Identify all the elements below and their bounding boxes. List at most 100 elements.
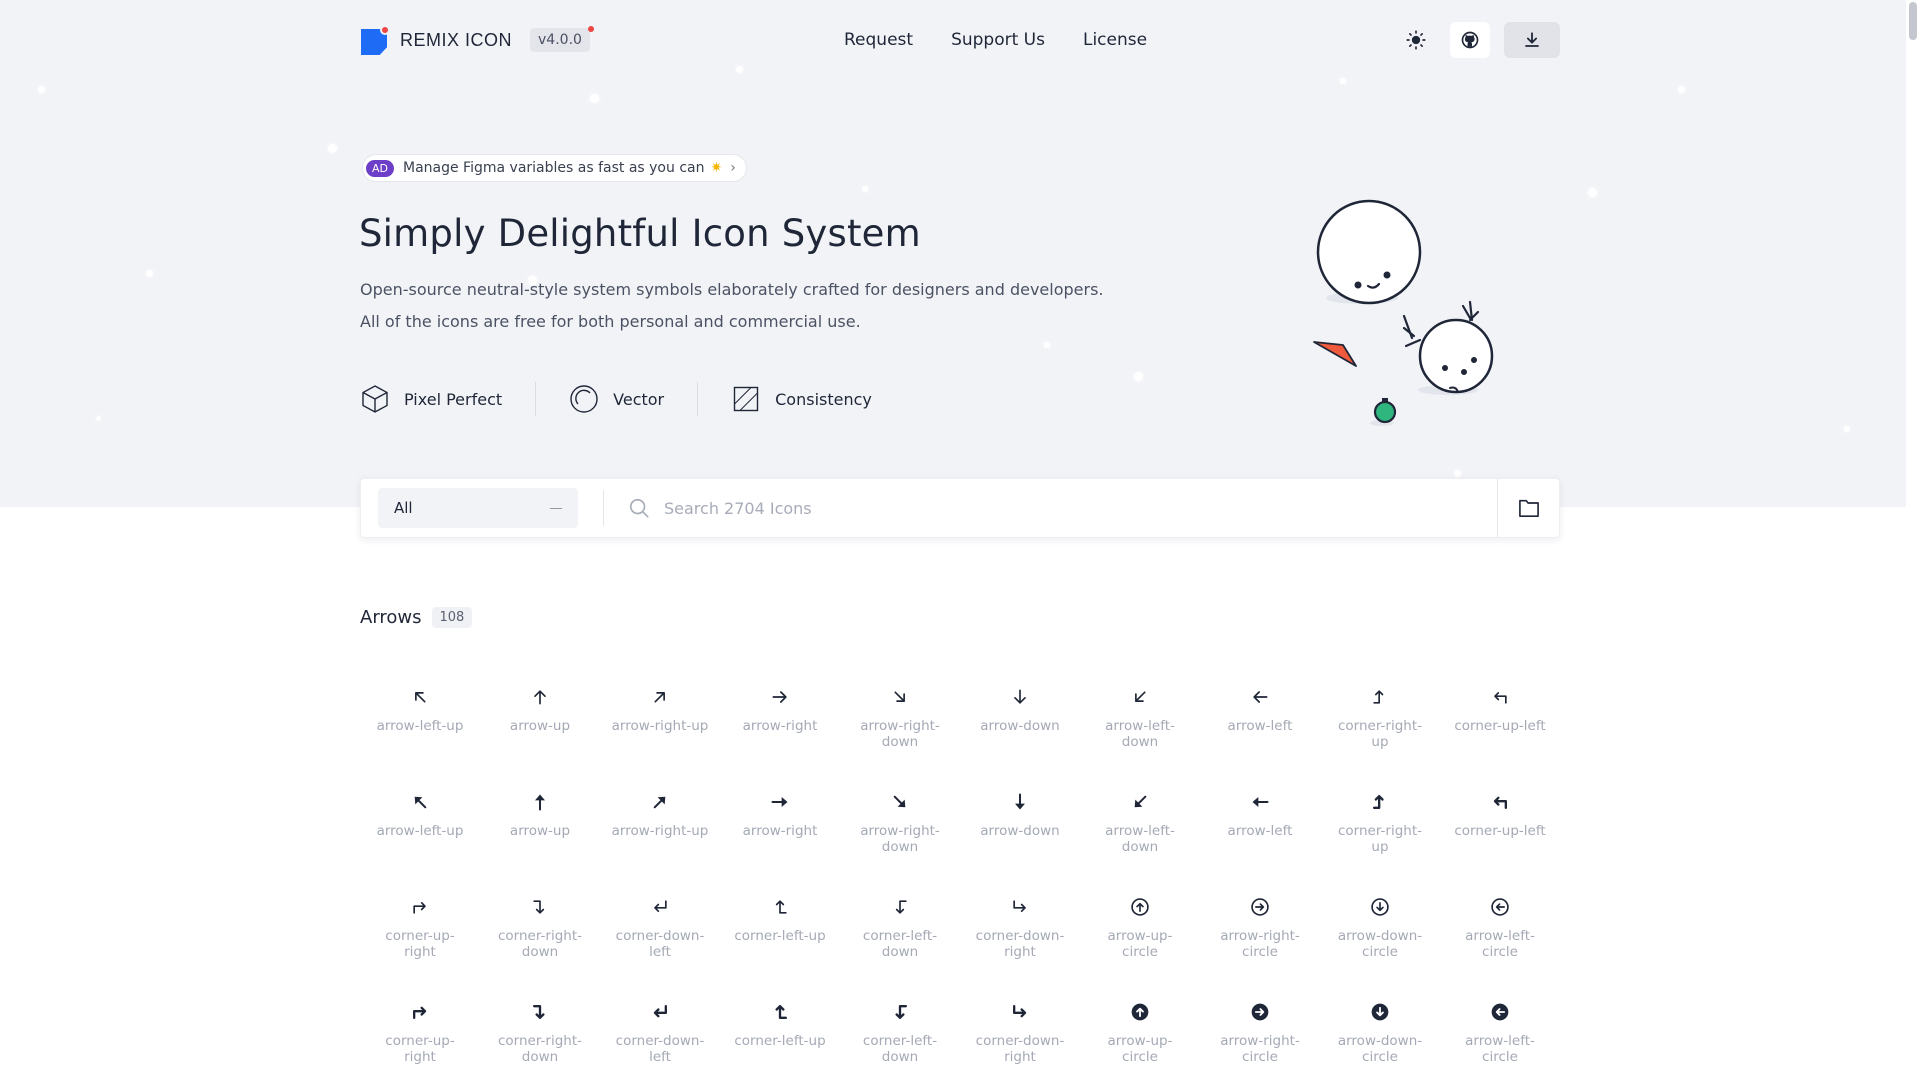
- icon-tile[interactable]: arrow-left-up: [360, 685, 480, 760]
- icon-tile[interactable]: corner-up-right: [360, 895, 480, 970]
- icon-tile[interactable]: arrow-left-down: [1080, 790, 1200, 865]
- icon-label: corner-up-right: [385, 928, 455, 960]
- icon-tile[interactable]: corner-down-left: [600, 895, 720, 970]
- icon-label: arrow-left-circle: [1465, 928, 1535, 960]
- scrollbar[interactable]: [1906, 0, 1920, 1080]
- icon-tile[interactable]: arrow-left-circle: [1440, 895, 1560, 970]
- icon-tile[interactable]: corner-left-up: [720, 895, 840, 970]
- icon-tile[interactable]: arrow-left-circle: [1440, 1000, 1560, 1075]
- arrow-down-circle-icon: [1370, 897, 1390, 917]
- github-button[interactable]: [1450, 22, 1490, 58]
- feature-vector: Vector: [569, 384, 664, 414]
- arrow-right-down-icon: [890, 687, 910, 707]
- icon-label: corner-down-left: [615, 928, 705, 960]
- icon-label: corner-left-up: [734, 928, 826, 944]
- icon-tile[interactable]: arrow-right-circle: [1200, 895, 1320, 970]
- corner-left-down-icon: [890, 897, 910, 917]
- icon-tile[interactable]: corner-up-left: [1440, 685, 1560, 760]
- icon-tile[interactable]: arrow-left: [1200, 685, 1320, 760]
- scrollbar-thumb[interactable]: [1909, 2, 1917, 40]
- icon-tile[interactable]: corner-right-up: [1320, 685, 1440, 760]
- icon-label: corner-down-right: [975, 928, 1065, 960]
- icon-grid: arrow-left-up arrow-up arrow-right-up arrow…: [360, 685, 1560, 1075]
- snowflake: [1044, 342, 1050, 348]
- snowflake: [1454, 470, 1461, 477]
- icon-tile[interactable]: arrow-right-down: [840, 790, 960, 865]
- icon-label: arrow-left-up: [376, 718, 464, 734]
- section-title: Arrows: [360, 607, 422, 628]
- icon-label: arrow-up-circle: [1107, 1033, 1173, 1065]
- icon-label: corner-up-left: [1454, 823, 1546, 839]
- icon-tile[interactable]: arrow-down: [960, 790, 1080, 865]
- search-input[interactable]: [664, 498, 1264, 518]
- collection-button[interactable]: [1497, 478, 1559, 538]
- icon-tile[interactable]: corner-down-right: [960, 1000, 1080, 1075]
- arrow-left-circle-icon: [1490, 897, 1510, 917]
- nav-link-support-us[interactable]: Support Us: [951, 30, 1045, 50]
- icon-tile[interactable]: corner-down-right: [960, 895, 1080, 970]
- icon-label: arrow-right-circle: [1220, 928, 1300, 960]
- icon-label: corner-right-up: [1337, 718, 1422, 750]
- brand[interactable]: REMIX ICON v4.0.0: [360, 25, 594, 55]
- icon-tile[interactable]: corner-right-up: [1320, 790, 1440, 865]
- icon-label: corner-right-up: [1337, 823, 1422, 855]
- remix-logo-icon: [360, 25, 390, 55]
- nav-actions: [1396, 22, 1560, 58]
- icon-tile[interactable]: arrow-up: [480, 685, 600, 760]
- icon-tile[interactable]: arrow-left-down: [1080, 685, 1200, 760]
- icon-tile[interactable]: arrow-down-circle: [1320, 895, 1440, 970]
- arrow-left-icon: [1250, 792, 1270, 812]
- icon-tile[interactable]: arrow-right-up: [600, 685, 720, 760]
- corner-up-left-icon: [1490, 687, 1510, 707]
- hero-description-line-2: All of the icons are free for both perso…: [360, 312, 861, 331]
- icon-tile[interactable]: arrow-left-up: [360, 790, 480, 865]
- icon-tile[interactable]: corner-right-down: [480, 895, 600, 970]
- icon-tile[interactable]: corner-left-down: [840, 895, 960, 970]
- icon-tile[interactable]: arrow-right-up: [600, 790, 720, 865]
- icon-tile[interactable]: corner-up-left: [1440, 790, 1560, 865]
- icon-label: corner-down-left: [615, 1033, 705, 1065]
- icon-tile[interactable]: corner-right-down: [480, 1000, 600, 1075]
- version-badge[interactable]: v4.0.0: [530, 26, 594, 52]
- download-button[interactable]: [1504, 22, 1560, 58]
- icon-label: arrow-right-up: [611, 718, 709, 734]
- icon-tile[interactable]: arrow-up-circle: [1080, 895, 1200, 970]
- icon-tile[interactable]: corner-up-right: [360, 1000, 480, 1075]
- icon-tile[interactable]: arrow-down: [960, 685, 1080, 760]
- icon-label: corner-left-down: [862, 928, 938, 960]
- icon-tile[interactable]: arrow-up-circle: [1080, 1000, 1200, 1075]
- section-header: Arrows 108: [360, 607, 473, 628]
- hero-description-line-1: Open-source neutral-style system symbols…: [360, 280, 1104, 299]
- cube-icon: [360, 384, 390, 414]
- corner-right-down-icon: [530, 897, 550, 917]
- category-select-value: All: [394, 499, 413, 517]
- theme-toggle-button[interactable]: [1396, 22, 1436, 58]
- icon-label: arrow-left-down: [1105, 823, 1175, 855]
- divider: [535, 382, 537, 416]
- icon-count-badge: 108: [431, 607, 473, 628]
- icon-tile[interactable]: arrow-right-circle: [1200, 1000, 1320, 1075]
- snowflake: [1844, 426, 1850, 432]
- icon-label: corner-up-left: [1454, 718, 1546, 734]
- icon-tile[interactable]: corner-left-down: [840, 1000, 960, 1075]
- icon-tile[interactable]: corner-left-up: [720, 1000, 840, 1075]
- icon-tile[interactable]: arrow-right: [720, 685, 840, 760]
- icon-tile[interactable]: arrow-up: [480, 790, 600, 865]
- icon-label: arrow-right-down: [860, 823, 940, 855]
- icon-tile[interactable]: arrow-right-down: [840, 685, 960, 760]
- icon-tile[interactable]: arrow-right: [720, 790, 840, 865]
- corner-up-left-icon: [1490, 792, 1510, 812]
- icon-tile[interactable]: arrow-down-circle: [1320, 1000, 1440, 1075]
- snowflake: [146, 270, 153, 277]
- icon-tile[interactable]: arrow-left: [1200, 790, 1320, 865]
- feature-label: Pixel Perfect: [404, 389, 503, 409]
- ad-banner[interactable]: AD Manage Figma variables as fast as you…: [362, 154, 747, 182]
- icon-label: corner-right-down: [497, 1033, 582, 1065]
- corner-left-up-icon: [770, 1002, 790, 1022]
- nav-link-license[interactable]: License: [1083, 30, 1147, 50]
- nav-link-request[interactable]: Request: [844, 30, 913, 50]
- corner-up-right-icon: [410, 1002, 430, 1022]
- category-select[interactable]: All: [378, 488, 578, 528]
- search-icon: [629, 498, 649, 518]
- icon-tile[interactable]: corner-down-left: [600, 1000, 720, 1075]
